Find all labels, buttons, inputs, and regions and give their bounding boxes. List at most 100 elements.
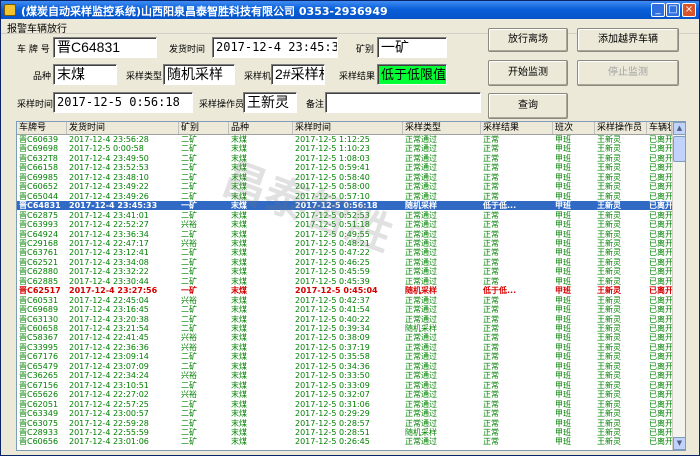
remark-field[interactable] xyxy=(325,92,481,113)
table-cell-result: 正常 xyxy=(483,427,499,437)
table-cell-shift: 甲班 xyxy=(555,210,571,220)
table-cell-shift: 甲班 xyxy=(555,229,571,239)
column-header[interactable]: 采样操作员 xyxy=(595,122,647,134)
add-border-vehicle-button[interactable]: 添加越界车辆 xyxy=(577,28,679,52)
table-row[interactable]: 晋C36265 2017-12-4 22:34:24 兴裕 末煤 2017-12-5 0… xyxy=(17,371,672,380)
table-cell-result: 正常 xyxy=(483,248,499,258)
scroll-up-icon[interactable]: ▲ xyxy=(673,122,685,135)
table-cell-status: 已离开 xyxy=(649,267,672,277)
column-header[interactable]: 采样类型 xyxy=(403,122,481,134)
table-cell-mine: 二矿 xyxy=(181,229,197,239)
table-cell-stype: 正常通过 xyxy=(405,267,437,277)
table-row[interactable]: 晋C33995 2017-12-4 22:36:36 兴裕 末煤 2017-12-5 0… xyxy=(17,343,672,352)
table-row[interactable]: 晋C62051 2017-12-4 22:57:25 二矿 末煤 2017-12-5 0… xyxy=(17,400,672,409)
column-header[interactable]: 车牌号 xyxy=(17,122,67,134)
vertical-scrollbar[interactable]: ▲ ▼ xyxy=(672,122,685,450)
column-header[interactable]: 采样结果 xyxy=(481,122,553,134)
table-row[interactable]: 晋C62521 2017-12-4 23:34:08 二矿 末煤 2017-12-5 0… xyxy=(17,258,672,267)
sampler-field[interactable]: 2#采样机 xyxy=(271,64,325,85)
table-cell-mine: 二矿 xyxy=(181,144,197,154)
table-row[interactable]: 晋C60639 2017-12-4 23:56:28 二矿 末煤 2017-12-5 1… xyxy=(17,135,672,144)
table-cell-product: 末煤 xyxy=(231,437,247,447)
table-cell-op: 王新灵 xyxy=(597,333,621,343)
table-cell-mine: 二矿 xyxy=(181,153,197,163)
table-cell-plate: 晋C63993 xyxy=(19,220,59,230)
plate-field[interactable]: 晋C64831 xyxy=(53,37,157,58)
table-row[interactable]: 晋C67176 2017-12-4 23:09:14 二矿 末煤 2017-12-5 0… xyxy=(17,352,672,361)
table-cell-result: 正常 xyxy=(483,172,499,182)
start-monitor-button[interactable]: 开始监测 xyxy=(488,60,568,86)
table-row[interactable]: 晋C60658 2017-12-4 23:21:54 二矿 末煤 2017-12-5 0… xyxy=(17,324,672,333)
column-header[interactable]: 车辆状态 xyxy=(647,122,672,134)
table-row[interactable]: 晋C64831 2017-12-4 23:45:33 一矿 末煤 2017-12-5 0… xyxy=(17,201,672,211)
menu-alarm-release[interactable]: 报警车辆放行 xyxy=(7,20,67,35)
table-cell-op: 王新灵 xyxy=(597,342,621,352)
table-row[interactable]: 晋C69985 2017-12-4 23:48:10 二矿 末煤 2017-12-5 0… xyxy=(17,173,672,182)
table-row[interactable]: 晋C65479 2017-12-4 23:07:09 二矿 末煤 2017-12-5 0… xyxy=(17,362,672,371)
table-row[interactable]: 晋C63993 2017-12-4 22:52:27 兴裕 末煤 2017-12-5 0… xyxy=(17,220,672,229)
table-row[interactable]: 晋C63130 2017-12-4 23:20:38 二矿 末煤 2017-12-5 0… xyxy=(17,315,672,324)
column-header[interactable]: 采样时间 xyxy=(293,122,403,134)
table-cell-ship: 2017-12-4 22:47:17 xyxy=(69,238,149,248)
column-header[interactable]: 发货时间 xyxy=(67,122,179,134)
title-bar[interactable]: (煤炭自动采样监控系统)山西阳泉昌泰智胜科技有限公司 0353-2936949 … xyxy=(1,1,699,19)
product-field[interactable]: 末煤 xyxy=(53,64,117,85)
close-icon[interactable]: × xyxy=(682,3,696,17)
column-header[interactable]: 品种 xyxy=(229,122,293,134)
table-row[interactable]: 晋C60531 2017-12-4 22:45:04 兴裕 末煤 2017-12-5 0… xyxy=(17,296,672,305)
table-row[interactable]: 晋C63761 2017-12-4 23:12:41 二矿 末煤 2017-12-5 0… xyxy=(17,248,672,257)
table-cell-stype: 正常通过 xyxy=(405,380,437,390)
table-cell-stype: 正常通过 xyxy=(405,257,437,267)
result-field[interactable]: 低于低限值 xyxy=(377,64,447,85)
table-cell-stime: 2017-12-5 0:29:29 xyxy=(295,409,370,419)
table-cell-stype: 正常通过 xyxy=(405,248,437,258)
table-cell-product: 末煤 xyxy=(231,220,247,230)
sample-type-field[interactable]: 随机采样 xyxy=(163,64,235,85)
scroll-down-icon[interactable]: ▼ xyxy=(673,437,685,450)
table-row[interactable]: 晋C65044 2017-12-4 23:49:26 二矿 末煤 2017-12-5 0… xyxy=(17,192,672,201)
table-cell-result: 正常 xyxy=(483,229,499,239)
table-cell-ship: 2017-12-4 23:56:28 xyxy=(69,135,149,144)
table-row[interactable]: 晋C632T8 2017-12-4 23:49:50 二矿 末煤 2017-12-5 1… xyxy=(17,154,672,163)
records-table[interactable]: 车牌号发货时间矿别品种采样时间采样类型采样结果班次采样操作员车辆状态 晋C606… xyxy=(16,121,686,451)
table-cell-status: 已离开 xyxy=(649,380,672,390)
minimize-icon[interactable]: _ xyxy=(651,3,665,17)
table-cell-status: 已离开 xyxy=(649,191,672,201)
scroll-thumb[interactable] xyxy=(673,136,685,162)
column-header[interactable]: 矿别 xyxy=(179,122,229,134)
table-cell-product: 末煤 xyxy=(231,380,247,390)
table-row[interactable]: 晋C63349 2017-12-4 23:00:57 二矿 末煤 2017-12-5 0… xyxy=(17,409,672,418)
table-row[interactable]: 晋C62885 2017-12-4 23:30:44 二矿 末煤 2017-12-5 0… xyxy=(17,277,672,286)
table-cell-product: 末煤 xyxy=(231,238,247,248)
mine-field[interactable]: 一矿 xyxy=(377,37,447,58)
stop-monitor-button[interactable]: 停止监测 xyxy=(577,60,679,86)
table-cell-ship: 2017-12-4 23:09:14 xyxy=(69,352,149,362)
operator-field[interactable]: 王新灵 xyxy=(243,92,297,113)
ship-time-field[interactable]: 2017-12-4 23:45:33 xyxy=(212,37,338,58)
table-cell-plate: 晋C28933 xyxy=(19,427,59,437)
table-row[interactable]: 晋C69689 2017-12-4 23:16:45 二矿 末煤 2017-12-5 0… xyxy=(17,305,672,314)
table-row[interactable]: 晋C58367 2017-12-4 22:41:45 兴裕 末煤 2017-12-5 0… xyxy=(17,333,672,342)
sample-time-field[interactable]: 2017-12-5 0:56:18 xyxy=(53,92,193,113)
table-cell-mine: 兴裕 xyxy=(181,342,197,352)
column-header[interactable]: 班次 xyxy=(553,122,595,134)
table-row[interactable]: 晋C29168 2017-12-4 22:47:17 兴裕 末煤 2017-12-5 0… xyxy=(17,239,672,248)
table-row[interactable]: 晋C62517 2017-12-4 23:27:56 一矿 末煤 2017-12-5 0… xyxy=(17,286,672,295)
table-row[interactable]: 晋C60656 2017-12-4 23:01:06 二矿 末煤 2017-12-5 0… xyxy=(17,437,672,446)
table-row[interactable]: 晋C62880 2017-12-4 23:32:22 二矿 末煤 2017-12-5 0… xyxy=(17,267,672,276)
table-row[interactable]: 晋C66158 2017-12-4 23:52:53 二矿 末煤 2017-12-5 0… xyxy=(17,163,672,172)
table-row[interactable]: 晋C65626 2017-12-4 22:27:02 兴裕 末煤 2017-12-5 0… xyxy=(17,390,672,399)
maximize-icon[interactable]: □ xyxy=(666,3,680,17)
table-row[interactable]: 晋C28933 2017-12-4 22:55:59 二矿 末煤 2017-12-5 0… xyxy=(17,428,672,437)
table-cell-status: 已离开 xyxy=(649,371,672,381)
table-cell-op: 王新灵 xyxy=(597,437,621,447)
table-row[interactable]: 晋C62875 2017-12-4 23:41:01 二矿 末煤 2017-12-5 0… xyxy=(17,211,672,220)
mine-label: 矿别 xyxy=(356,45,375,55)
table-row[interactable]: 晋C64924 2017-12-4 23:36:34 二矿 末煤 2017-12-5 0… xyxy=(17,230,672,239)
table-row[interactable]: 晋C69698 2017-12-5 0:00:58 二矿 末煤 2017-12-5 1:… xyxy=(17,144,672,153)
release-button[interactable]: 放行离场 xyxy=(488,28,568,52)
table-row[interactable]: 晋C60652 2017-12-4 23:49:22 二矿 末煤 2017-12-5 0… xyxy=(17,182,672,191)
table-row[interactable]: 晋C63075 2017-12-4 22:59:28 二矿 末煤 2017-12-5 0… xyxy=(17,419,672,428)
table-row[interactable]: 晋C67156 2017-12-4 23:10:51 二矿 末煤 2017-12-5 0… xyxy=(17,381,672,390)
query-button[interactable]: 查询 xyxy=(488,93,568,119)
